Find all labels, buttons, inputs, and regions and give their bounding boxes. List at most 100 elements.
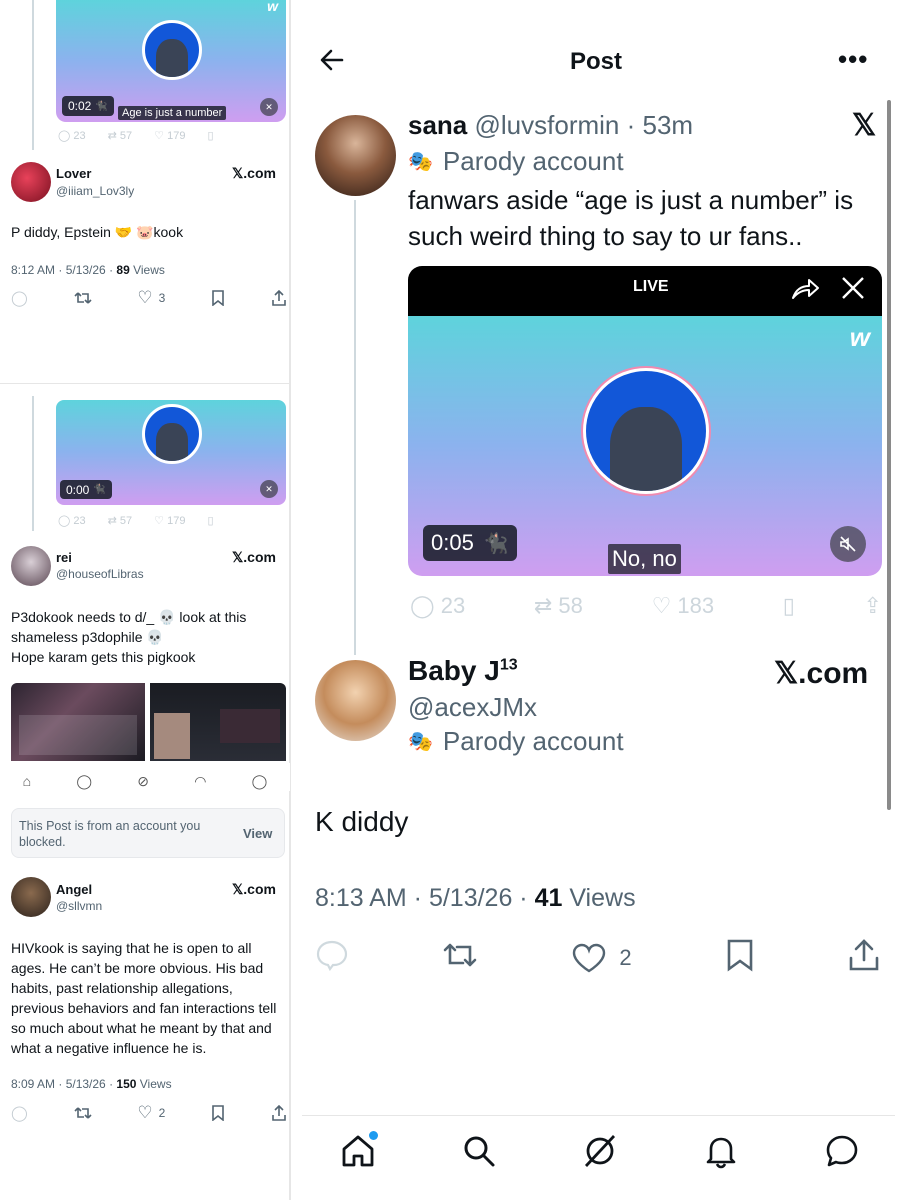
video-caption: Age is just a number <box>118 106 227 120</box>
grok-icon[interactable] <box>582 1133 618 1174</box>
quoted-stats: ◯ 23 ⇄ 58 ♡ 183 ▯ ⇪ <box>410 593 882 619</box>
author-handle[interactable]: @sllvmn <box>56 899 102 913</box>
retweet-icon: ⇄ 57 <box>107 130 133 142</box>
like-icon: ♡ 183 <box>651 593 715 618</box>
bottom-nav: ⌂ ◯ ⊘ ◠ ◯ <box>0 763 290 791</box>
video-thumbnail[interactable]: 0:00 🐈‍⬛ ✕ <box>56 400 286 505</box>
video-avatar <box>583 368 709 494</box>
share-icon[interactable] <box>790 274 820 307</box>
back-button[interactable] <box>318 46 346 79</box>
mask-icon: 🎭 <box>408 731 433 753</box>
author-name[interactable]: Angel <box>56 882 92 897</box>
action-bar: 2 <box>315 938 880 977</box>
reply-icon[interactable]: ◯ <box>11 289 28 307</box>
mask-icon: 🎭 <box>408 151 433 173</box>
post-text: HIVkook is saying that he is open to all… <box>11 940 277 1056</box>
grok-icon[interactable]: ⊘ <box>137 773 149 790</box>
video-timer: 0:02 🐈‍⬛ <box>62 96 114 116</box>
video-subtitle: No, no <box>608 544 681 574</box>
retweet-icon[interactable] <box>74 1105 92 1121</box>
thread-line <box>32 396 34 531</box>
home-icon[interactable] <box>340 1131 378 1174</box>
share-icon[interactable] <box>271 290 287 306</box>
video-avatar <box>142 404 202 464</box>
bookmark-icon: ▯ <box>207 130 214 142</box>
post-age: 53m <box>642 110 694 140</box>
post-text: K diddy <box>315 806 409 837</box>
notifications-icon[interactable]: ◠ <box>194 773 206 790</box>
like-icon[interactable]: 2 <box>571 942 632 974</box>
avatar[interactable] <box>11 546 51 586</box>
video-avatar <box>142 20 202 80</box>
search-icon[interactable]: ◯ <box>76 773 92 790</box>
bottom-nav <box>340 1131 860 1174</box>
author-name[interactable]: Lover <box>56 166 91 181</box>
like-icon: ♡ 179 <box>154 515 186 527</box>
arrow-left-icon <box>320 49 344 71</box>
blocked-text: This Post is from an account you blocked… <box>19 819 201 849</box>
author-handle[interactable]: @acexJMx <box>408 692 537 723</box>
home-icon[interactable]: ⌂ <box>23 773 31 789</box>
bookmark-icon[interactable] <box>211 290 225 306</box>
live-video[interactable]: LIVE w 0:05 🐈‍⬛ No, no <box>408 266 882 576</box>
mute-icon[interactable]: ✕ <box>260 98 278 116</box>
search-icon[interactable] <box>461 1133 497 1174</box>
blocked-notice: This Post is from an account you blocked… <box>11 808 285 858</box>
like-icon[interactable]: ♡ 3 <box>137 288 165 308</box>
live-bar: LIVE <box>408 266 882 316</box>
share-icon[interactable] <box>848 938 880 977</box>
avatar[interactable] <box>315 115 396 196</box>
mute-icon[interactable]: ✕ <box>260 480 278 498</box>
retweet-icon[interactable] <box>74 290 92 306</box>
author-name[interactable]: Baby J13 <box>408 655 518 687</box>
action-bar: ◯ ♡ 2 <box>11 1103 287 1123</box>
video-thumbnail[interactable]: w 0:02 🐈‍⬛ Age is just a number ✕ <box>56 0 286 122</box>
post-text: P3dokook needs to d/_ 💀 look at this sha… <box>11 609 247 665</box>
author-handle[interactable]: @iiiam_Lov3ly <box>56 184 134 198</box>
notifications-icon[interactable] <box>703 1133 739 1174</box>
video-stage: w 0:05 🐈‍⬛ No, no <box>408 316 882 576</box>
share-icon[interactable] <box>271 1105 287 1121</box>
like-icon[interactable]: ♡ 2 <box>137 1103 165 1123</box>
view-button[interactable]: View <box>243 826 272 841</box>
author-handle[interactable]: @houseofLibras <box>56 567 144 581</box>
xcom-badge: 𝕏.com <box>232 881 276 897</box>
reply-icon[interactable] <box>315 939 349 976</box>
post-meta: 8:12 AM · 5/13/26 · 89 Views <box>11 263 165 277</box>
x-logo-icon: 𝕏 <box>852 109 877 142</box>
weverse-logo: w <box>849 322 870 352</box>
author-handle[interactable]: @luvsformin <box>475 110 620 140</box>
column-divider <box>289 0 291 1200</box>
live-label: LIVE <box>633 278 669 295</box>
mute-icon[interactable] <box>830 526 866 562</box>
video-stats: ◯ 23 ⇄ 57 ♡ 179 ▯ <box>58 514 214 527</box>
post-meta: 8:13 AM · 5/13/26 · 41 Views <box>315 884 636 912</box>
attached-image[interactable] <box>150 683 286 761</box>
notification-dot <box>369 1131 378 1140</box>
avatar[interactable] <box>11 162 51 202</box>
video-timer: 0:05 🐈‍⬛ <box>423 525 517 561</box>
bookmark-icon[interactable] <box>211 1105 225 1121</box>
messages-icon[interactable]: ◯ <box>252 773 268 790</box>
video-stats: ◯ 23 ⇄ 57 ♡ 179 ▯ <box>58 129 214 142</box>
reply-icon: ◯ 23 <box>58 515 86 527</box>
avatar[interactable] <box>315 660 396 741</box>
close-icon[interactable] <box>840 275 866 306</box>
reply-icon[interactable]: ◯ <box>11 1104 28 1122</box>
reply-icon: ◯ 23 <box>58 130 86 142</box>
retweet-icon[interactable] <box>442 939 478 976</box>
video-timer: 0:00 🐈‍⬛ <box>60 480 112 499</box>
retweet-icon: ⇄ 58 <box>533 593 583 618</box>
post-text: P diddy, Epstein 🤝 🐷kook <box>11 224 184 240</box>
attached-image[interactable] <box>11 683 145 761</box>
weverse-logo: w <box>267 0 278 14</box>
author-name[interactable]: rei <box>56 550 72 565</box>
author-name[interactable]: sana <box>408 110 467 140</box>
more-options-icon[interactable]: ••• <box>838 44 868 75</box>
messages-icon[interactable] <box>824 1133 860 1174</box>
parody-label: 🎭 Parody account <box>408 146 624 176</box>
nav-divider <box>302 1115 895 1116</box>
avatar[interactable] <box>11 877 51 917</box>
parody-label: 🎭 Parody account <box>408 726 624 756</box>
bookmark-icon[interactable] <box>725 938 755 977</box>
